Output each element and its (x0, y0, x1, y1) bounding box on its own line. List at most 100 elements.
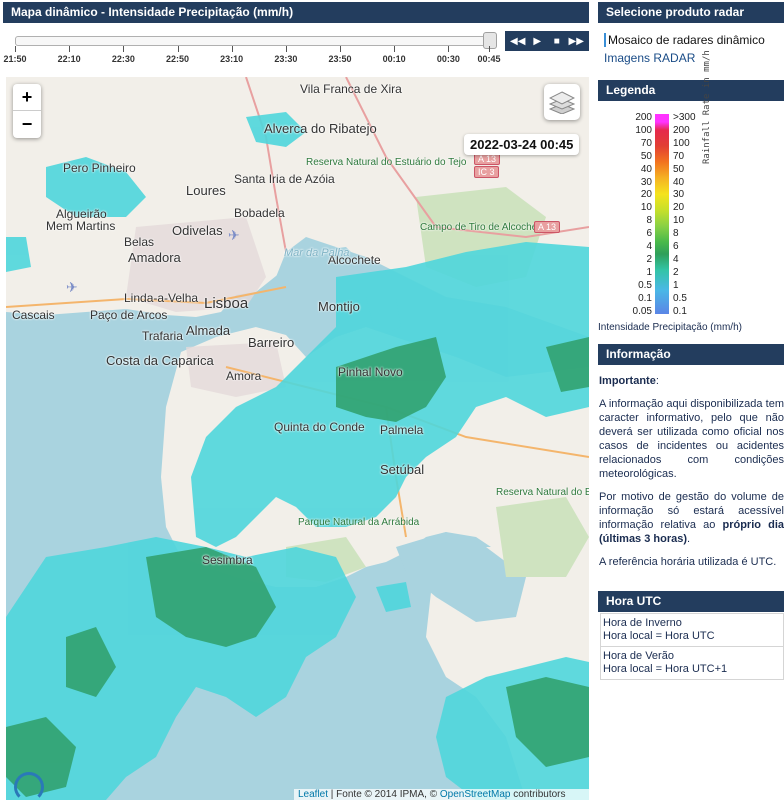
place-pero-pinheiro: Pero Pinheiro (63, 161, 136, 175)
place-santa-iria: Santa Iria de Azóia (234, 172, 335, 186)
zoom-out-button[interactable]: − (13, 111, 41, 138)
timeline-tick (69, 46, 71, 52)
fast-forward-icon[interactable]: ▶▶ (567, 36, 585, 47)
timeline-tick (177, 46, 179, 52)
attribution-tail: contributors (510, 789, 566, 800)
timeline-tick-label: 23:10 (220, 54, 244, 64)
timeline-tick (15, 46, 16, 52)
legend-right-value: 1 (673, 279, 679, 291)
legend-left-value: 0.5 (638, 279, 652, 291)
link-mosaico-radares[interactable]: Mosaico de radares dinâmico (604, 33, 784, 47)
place-parque-arrabida: Parque Natural da Arrábida (298, 517, 419, 528)
utc-panel-title: Hora UTC (598, 591, 784, 612)
leaflet-link[interactable]: Leaflet (298, 789, 328, 800)
legend-right-value: 2 (673, 266, 679, 278)
legend-right-value: 50 (673, 163, 685, 175)
info-important-label: Importante (599, 375, 656, 387)
place-belas: Belas (124, 235, 155, 249)
legend-unit-label: Rainfall Rate in mm/h (702, 50, 712, 164)
product-links: Mosaico de radares dinâmico Imagens RADA… (604, 33, 784, 69)
timeline-tick-label: 00:45 (477, 54, 501, 64)
radar-map[interactable]: Vila Franca de Xira Alverca do Ribatejo … (6, 77, 589, 800)
legend-caption: Intensidade Precipitação (mm/h) (598, 322, 742, 333)
legend-left-value: 4 (646, 241, 652, 252)
info-paragraph-1: A informação aqui disponibilizada tem ca… (599, 398, 784, 480)
road-shield-a13-2: A 13 (534, 221, 561, 233)
place-pinhal-novo: Pinhal Novo (338, 365, 403, 379)
legend-left-value: 2 (646, 253, 652, 265)
info-paragraph-2: Por motivo de gestão do volume de inform… (599, 490, 784, 546)
map-timestamp: 2022-03-24 00:45 (464, 134, 580, 155)
legend-right-value: 0.5 (673, 292, 687, 304)
legend-left-value: 30 (640, 176, 652, 188)
info-panel-title: Informação (598, 344, 784, 365)
attribution-source: | Fonte © 2014 IPMA, © (328, 789, 440, 800)
product-panel-title: Selecione produto radar (598, 2, 784, 23)
winter-title: Hora de Inverno (603, 617, 682, 629)
place-costa-caparica: Costa da Caparica (106, 353, 214, 368)
place-amadora: Amadora (128, 250, 181, 265)
osm-link[interactable]: OpenStreetMap (440, 789, 511, 800)
timeline-tick (448, 46, 450, 52)
layers-button[interactable] (544, 84, 580, 120)
legend-right-value: 6 (673, 241, 679, 252)
layers-icon (549, 91, 575, 114)
legend-left-value: 50 (640, 150, 652, 162)
map-panel-title: Mapa dinâmico - Intensidade Precipitação… (3, 2, 589, 23)
timeline-tick-label: 00:10 (382, 54, 406, 64)
timeline-tick (285, 46, 287, 52)
winter-value: Hora local = Hora UTC (603, 630, 715, 642)
legend-right-value: 8 (673, 228, 679, 240)
place-reserva-sado: Reserva Natural do Estuário do Sado (496, 487, 589, 498)
place-lisboa: Lisboa (204, 295, 249, 312)
info-text: Importante: A informação aqui disponibil… (599, 375, 784, 568)
place-trafaria: Trafaria (142, 329, 183, 343)
timeline-tick-label: 23:50 (328, 54, 352, 64)
place-campo-tiro: Campo de Tiro de Alcochete (420, 222, 546, 233)
timeline-tick-label: 22:10 (57, 54, 81, 64)
link-imagens-radar[interactable]: Imagens RADAR (604, 51, 784, 65)
timeline-tick-label: 21:50 (3, 54, 27, 64)
place-bobadela: Bobadela (234, 206, 285, 220)
rewind-icon[interactable]: ◀◀ (509, 36, 527, 47)
map-attribution: Leaflet | Fonte © 2014 IPMA, © OpenStree… (294, 789, 589, 800)
legend-left-value: 70 (640, 137, 652, 149)
place-mar-palha: Mar da Palha (284, 247, 350, 259)
timeline-tick-label: 22:50 (165, 54, 190, 64)
info-p2-end: . (687, 533, 691, 545)
ipma-logo-icon (14, 772, 44, 800)
timeline-tick (340, 46, 342, 52)
timeline-tick (123, 46, 125, 52)
place-amora: Amora (226, 369, 262, 383)
legend-left-value: 20 (640, 189, 652, 201)
airfield-icon: ✈ (66, 279, 78, 295)
play-icon[interactable]: ▶ (528, 36, 546, 47)
legend-right-value: 10 (673, 215, 685, 227)
time-slider-track[interactable] (15, 36, 489, 46)
timeline: 21:50 22:10 22:30 22:50 23:10 23:30 23:50 00:10… (3, 26, 589, 72)
place-reserva-tejo: Reserva Natural do Estuário do Tejo (306, 157, 466, 168)
utc-row-summer: Hora de Verão Hora local = Hora UTC+1 (600, 647, 784, 680)
stop-icon[interactable]: ■ (548, 36, 566, 47)
place-sesimbra: Sesimbra (202, 553, 253, 567)
zoom-in-button[interactable]: + (13, 84, 41, 111)
timeline-tick-label: 22:30 (111, 54, 135, 64)
place-setubal: Setúbal (380, 462, 425, 477)
legend-left-value: 1 (646, 266, 652, 278)
legend-right-value: 40 (673, 176, 685, 188)
timeline-tick (394, 46, 396, 52)
legend-left-value: 0.05 (632, 305, 652, 317)
legend-left-value: 100 (635, 124, 652, 136)
place-alverca: Alverca do Ribatejo (264, 121, 377, 136)
legend-left-value: 200 (635, 112, 652, 123)
place-almada: Almada (186, 323, 231, 338)
place-montijo: Montijo (318, 299, 360, 314)
legend-right-value: 20 (673, 202, 685, 214)
legend-color-bar (655, 114, 669, 314)
timeline-tick-label: 00:30 (436, 54, 460, 64)
legend-left-value: 10 (640, 202, 652, 214)
timeline-tick-label: 23:30 (274, 54, 298, 64)
animation-controls: ◀◀ ▶ ■ ▶▶ (505, 31, 589, 51)
legend-left-value: 6 (646, 228, 652, 240)
place-vila-franca: Vila Franca de Xira (300, 82, 402, 96)
